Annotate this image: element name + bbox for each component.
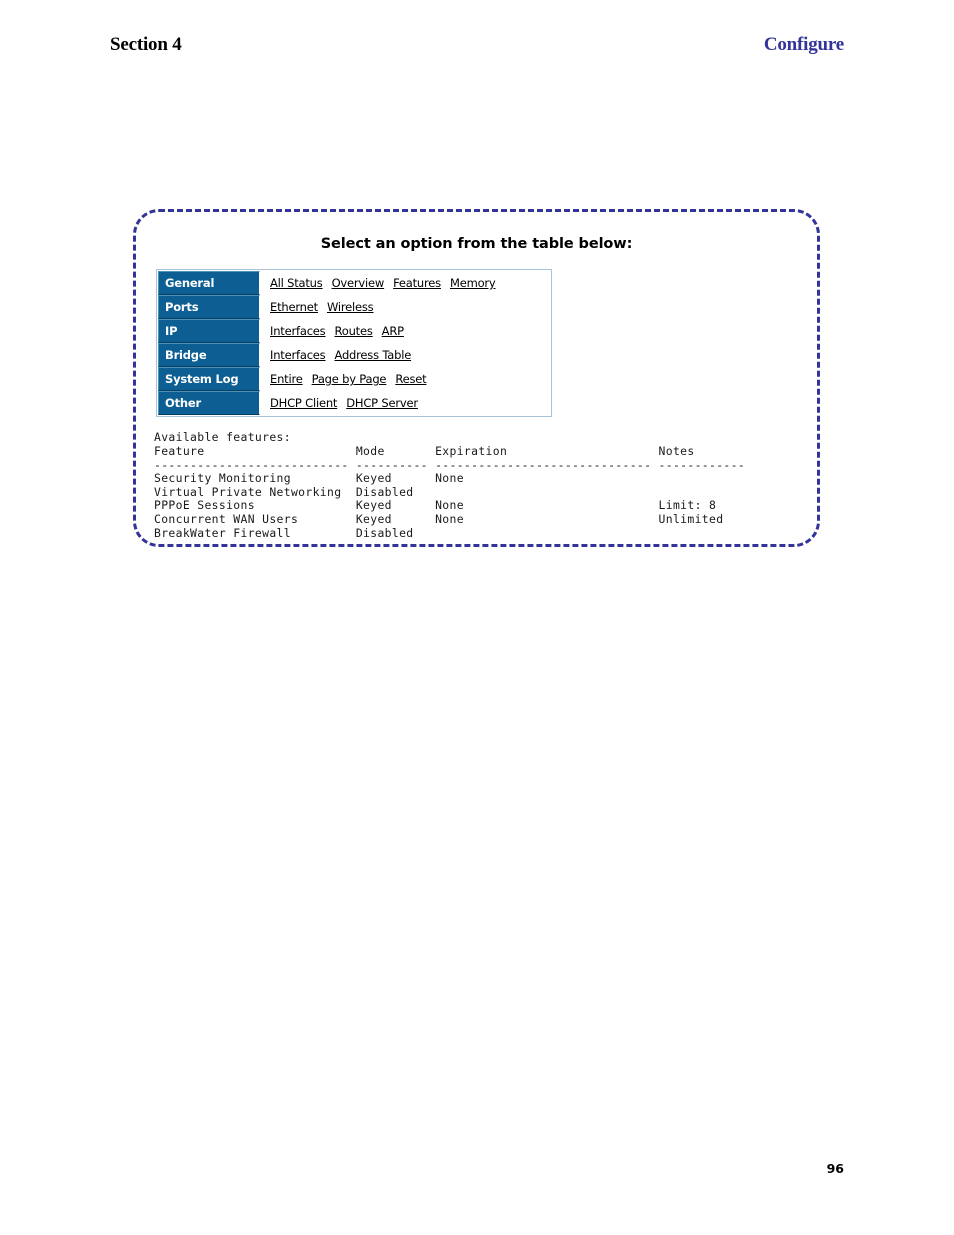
option-link-page-by-page[interactable]: Page by Page xyxy=(312,372,387,386)
option-table-row: System Log Entire Page by Page Reset xyxy=(158,367,550,391)
category-cell-general: General xyxy=(158,271,260,295)
category-label: System Log xyxy=(165,372,239,386)
option-link-routes[interactable]: Routes xyxy=(334,324,372,338)
option-link-dhcp-server[interactable]: DHCP Server xyxy=(346,396,418,410)
category-cell-system-log: System Log xyxy=(158,367,260,391)
option-table-row: General All Status Overview Features Memory xyxy=(158,271,550,295)
option-table-container: General All Status Overview Features Memory P… xyxy=(156,269,552,417)
option-link-all-status[interactable]: All Status xyxy=(270,276,323,290)
category-label: General xyxy=(165,276,215,290)
option-table-row: Other DHCP Client DHCP Server xyxy=(158,391,550,415)
category-cell-bridge: Bridge xyxy=(158,343,260,367)
links-cell: Entire Page by Page Reset xyxy=(260,367,550,391)
page-header: Section 4 Configure xyxy=(110,34,844,60)
option-link-interfaces[interactable]: Interfaces xyxy=(270,348,326,362)
links-cell: DHCP Client DHCP Server xyxy=(260,391,550,415)
category-cell-ip: IP xyxy=(158,319,260,343)
panel-title: Select an option from the table below: xyxy=(320,236,633,252)
option-link-arp[interactable]: ARP xyxy=(382,324,404,338)
option-table-row: IP Interfaces Routes ARP xyxy=(158,319,550,343)
category-label: Other xyxy=(165,396,201,410)
option-link-interfaces[interactable]: Interfaces xyxy=(270,324,326,338)
option-link-address-table[interactable]: Address Table xyxy=(334,348,411,362)
option-link-dhcp-client[interactable]: DHCP Client xyxy=(270,396,337,410)
option-table-row: Ports Ethernet Wireless xyxy=(158,295,550,319)
category-label: Bridge xyxy=(165,348,207,362)
option-table: General All Status Overview Features Memory P… xyxy=(158,271,550,415)
option-link-entire[interactable]: Entire xyxy=(270,372,303,386)
option-link-ethernet[interactable]: Ethernet xyxy=(270,300,318,314)
page-number: 96 xyxy=(826,1161,844,1176)
option-link-features[interactable]: Features xyxy=(393,276,441,290)
option-table-body: General All Status Overview Features Memory P… xyxy=(158,271,550,415)
option-table-row: Bridge Interfaces Address Table xyxy=(158,343,550,367)
category-cell-ports: Ports xyxy=(158,295,260,319)
links-cell: Interfaces Routes ARP xyxy=(260,319,550,343)
option-link-reset[interactable]: Reset xyxy=(395,372,426,386)
category-cell-other: Other xyxy=(158,391,260,415)
screenshot-callout-frame: Select an option from the table below: G… xyxy=(133,209,820,547)
category-label: IP xyxy=(165,324,178,338)
category-label: Ports xyxy=(165,300,199,314)
available-features-console: Available features: Feature Mode Expirat… xyxy=(154,430,746,540)
chapter-label: Configure xyxy=(763,34,844,55)
option-link-overview[interactable]: Overview xyxy=(332,276,385,290)
links-cell: Interfaces Address Table xyxy=(260,343,550,367)
links-cell: Ethernet Wireless xyxy=(260,295,550,319)
option-link-wireless[interactable]: Wireless xyxy=(327,300,374,314)
links-cell: All Status Overview Features Memory xyxy=(260,271,550,295)
section-label: Section 4 xyxy=(110,34,182,55)
option-link-memory[interactable]: Memory xyxy=(450,276,496,290)
screenshot-content: Select an option from the table below: G… xyxy=(136,212,817,544)
